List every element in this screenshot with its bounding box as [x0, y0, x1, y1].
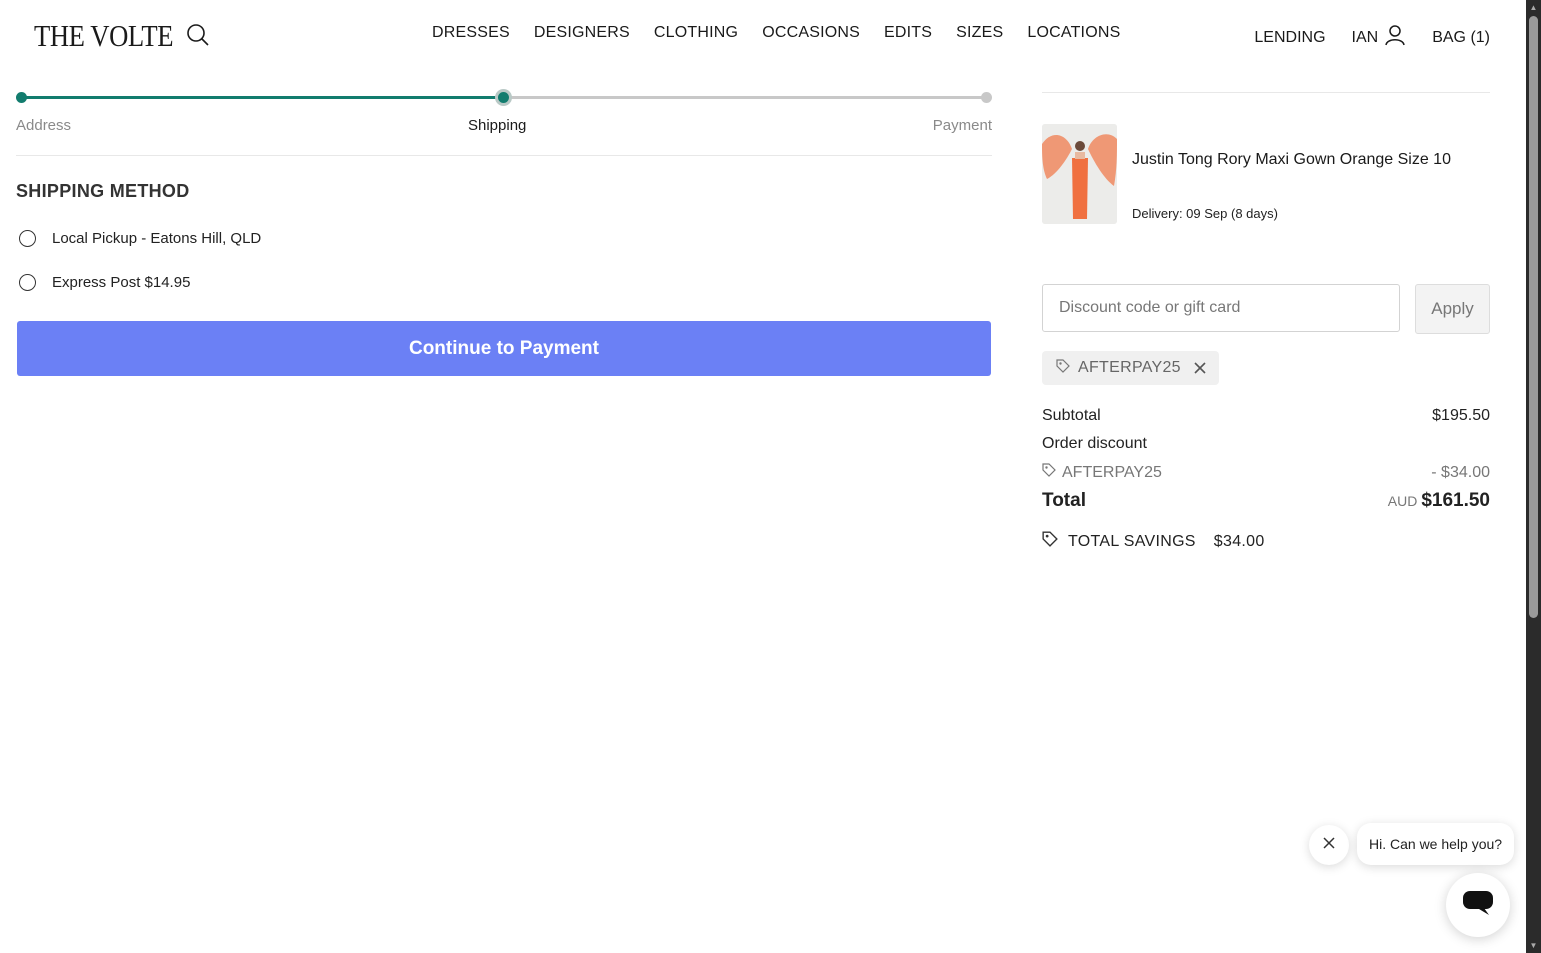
site-logo[interactable]: THE VOLTE: [34, 18, 173, 54]
savings-label: TOTAL SAVINGS: [1068, 532, 1196, 550]
chat-icon: [1462, 890, 1494, 921]
subtotal-value: $195.50: [1432, 407, 1490, 424]
remove-code-icon[interactable]: [1193, 361, 1207, 375]
step-shipping: Shipping: [468, 117, 527, 134]
total-savings: TOTAL SAVINGS $34.00: [1042, 531, 1265, 552]
discount-code-label: AFTERPAY25: [1062, 463, 1162, 481]
user-icon: [1384, 24, 1406, 51]
account-name: IAN: [1351, 28, 1379, 46]
discount-code-row: AFTERPAY25 - $34.00: [1042, 463, 1490, 482]
nav-sizes[interactable]: SIZES: [956, 24, 1003, 42]
shipping-option-express-post[interactable]: Express Post $14.95: [19, 274, 190, 291]
scroll-thumb[interactable]: [1529, 16, 1538, 618]
nav-locations[interactable]: LOCATIONS: [1027, 24, 1120, 42]
nav-dresses[interactable]: DRESSES: [432, 24, 510, 42]
shipping-option-local-pickup[interactable]: Local Pickup - Eatons Hill, QLD: [19, 230, 261, 247]
discount-code-label-wrap: AFTERPAY25: [1042, 463, 1162, 482]
tag-icon: [1042, 463, 1056, 482]
continue-to-payment-button[interactable]: Continue to Payment: [17, 321, 991, 376]
shipping-option-label: Local Pickup - Eatons Hill, QLD: [52, 230, 262, 247]
nav-designers[interactable]: DESIGNERS: [534, 24, 630, 42]
step-dot-address: [16, 92, 27, 103]
divider: [1042, 92, 1490, 93]
applied-code-label: AFTERPAY25: [1078, 359, 1181, 376]
total-amount: AUD $161.50: [1388, 490, 1490, 512]
shipping-option-label: Express Post $14.95: [52, 274, 191, 291]
delivery-estimate: Delivery: 09 Sep (8 days): [1132, 206, 1278, 221]
divider: [16, 155, 992, 156]
discount-value: - $34.00: [1431, 464, 1490, 481]
nav-occasions[interactable]: OCCASIONS: [762, 24, 860, 42]
search-icon[interactable]: [186, 23, 210, 47]
nav-edits[interactable]: EDITS: [884, 24, 932, 42]
tag-icon: [1056, 358, 1070, 378]
product-name: Justin Tong Rory Maxi Gown Orange Size 1…: [1132, 151, 1451, 168]
page-scrollbar[interactable]: ▲ ▼: [1526, 0, 1541, 953]
subtotal-row: Subtotal $195.50: [1042, 407, 1490, 425]
radio-local-pickup[interactable]: [19, 230, 36, 247]
applied-code-chip: AFTERPAY25: [1042, 351, 1219, 385]
nav-lending[interactable]: LENDING: [1254, 29, 1325, 47]
shipping-method-title: SHIPPING METHOD: [16, 181, 190, 201]
chat-dismiss-button[interactable]: [1309, 825, 1349, 865]
total-label: Total: [1042, 490, 1086, 511]
savings-value: $34.00: [1213, 532, 1265, 550]
chat-greeting[interactable]: Hi. Can we help you?: [1357, 823, 1515, 865]
subtotal-label: Subtotal: [1042, 407, 1101, 424]
step-payment: Payment: [932, 117, 992, 134]
scroll-up-icon[interactable]: ▲: [1529, 3, 1538, 12]
checkout-progress: Address Shipping Payment: [16, 89, 992, 150]
tag-icon: [1042, 531, 1058, 552]
close-icon: [1322, 836, 1336, 855]
account-link[interactable]: IAN: [1352, 24, 1407, 51]
account-nav: LENDING IAN BAG (1): [1254, 24, 1490, 51]
step-dot-payment: [981, 92, 992, 103]
nav-clothing[interactable]: CLOTHING: [654, 24, 738, 42]
total-value: $161.50: [1421, 490, 1490, 511]
product-image: [1042, 124, 1117, 224]
currency-label: AUD: [1387, 493, 1418, 509]
main-nav: DRESSES DESIGNERS CLOTHING OCCASIONS EDI…: [432, 24, 1120, 42]
order-discount-label: Order discount: [1042, 435, 1147, 452]
radio-express-post[interactable]: [19, 274, 36, 291]
discount-code-input[interactable]: [1042, 284, 1400, 332]
total-row: Total AUD $161.50: [1042, 490, 1490, 512]
chat-launcher-button[interactable]: [1446, 873, 1510, 937]
progress-fill: [21, 96, 503, 99]
site-header: THE VOLTE DRESSES DESIGNERS CLOTHING OCC…: [0, 0, 1526, 72]
apply-discount-button[interactable]: Apply: [1415, 284, 1490, 334]
step-dot-shipping: [495, 89, 512, 106]
bag-link[interactable]: BAG (1): [1432, 29, 1490, 47]
order-discount-row: Order discount: [1042, 435, 1490, 453]
scroll-down-icon[interactable]: ▼: [1529, 941, 1538, 950]
step-address[interactable]: Address: [16, 117, 71, 134]
